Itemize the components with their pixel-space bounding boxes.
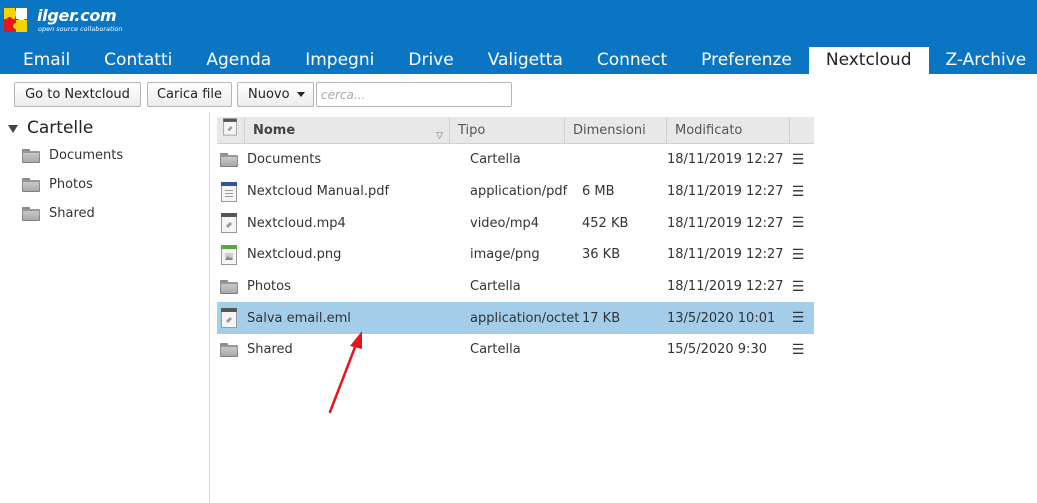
file-name: Documents (247, 152, 322, 168)
table-row[interactable]: Documents Cartella 18/11/2019 12:27 ☰ (217, 144, 814, 176)
generic-file-icon (220, 308, 238, 329)
table-row[interactable]: Photos Cartella 18/11/2019 12:27 ☰ (217, 271, 814, 303)
column-header-type[interactable]: Tipo (450, 117, 565, 144)
file-grid: Nome ▽ Tipo Dimensioni Modificato Docume… (217, 117, 814, 366)
folder-sidebar: Cartelle Documents Photos Shared (0, 112, 210, 503)
sidebar-item-documents[interactable]: Documents (22, 148, 123, 163)
folder-icon (220, 342, 238, 357)
main-tabs: Email Contatti Agenda Impegni Drive Vali… (6, 47, 1037, 74)
file-type: Cartella (470, 342, 521, 358)
header-bar: ilger.com open source collaboration Emai… (0, 0, 1037, 74)
column-header-modified[interactable]: Modificato (667, 117, 790, 144)
table-row-selected[interactable]: Salva email.eml application/octet 17 KB … (217, 302, 814, 335)
row-menu-icon[interactable]: ☰ (790, 302, 806, 334)
file-name: Shared (247, 342, 293, 358)
tab-connect[interactable]: Connect (580, 47, 684, 74)
brand-name: ilger.com (37, 6, 117, 25)
file-size: 6 MB (582, 184, 615, 200)
file-type: application/pdf (470, 184, 568, 200)
file-size: 17 KB (582, 310, 621, 326)
file-name: Nextcloud.png (247, 247, 342, 263)
file-modified: 18/11/2019 12:27 (667, 152, 784, 168)
table-row[interactable]: Nextcloud.png image/png 36 KB 18/11/2019… (217, 239, 814, 271)
file-modified: 13/5/2020 10:01 (667, 310, 776, 326)
sidebar-item-label: Shared (49, 206, 95, 221)
folder-icon (220, 152, 238, 167)
go-to-nextcloud-button[interactable]: Go to Nextcloud (14, 82, 141, 107)
column-header-name[interactable]: Nome ▽ (245, 117, 450, 144)
file-name: Photos (247, 279, 291, 295)
tab-preferenze[interactable]: Preferenze (684, 47, 809, 74)
file-size (582, 144, 662, 176)
tab-z-archive[interactable]: Z-Archive (929, 47, 1037, 74)
file-modified: 15/5/2020 9:30 (667, 342, 767, 358)
file-modified: 18/11/2019 12:27 (667, 215, 784, 231)
sidebar-item-photos[interactable]: Photos (22, 177, 93, 192)
file-size: 452 KB (582, 215, 629, 231)
row-menu-icon[interactable]: ☰ (790, 144, 806, 176)
brand-tagline: open source collaboration (38, 25, 123, 33)
file-modified: 18/11/2019 12:27 (667, 247, 784, 263)
file-modified: 18/11/2019 12:27 (667, 279, 784, 295)
column-header-size[interactable]: Dimensioni (565, 117, 667, 144)
file-type: video/mp4 (470, 215, 540, 231)
file-type: Cartella (470, 152, 521, 168)
new-dropdown-button[interactable]: Nuovo (237, 82, 314, 107)
row-menu-icon[interactable]: ☰ (790, 271, 806, 303)
row-menu-icon[interactable]: ☰ (790, 239, 806, 271)
column-name-label: Nome (253, 123, 296, 138)
row-menu-icon[interactable]: ☰ (790, 334, 806, 366)
tab-nextcloud[interactable]: Nextcloud (808, 47, 929, 74)
file-size: 36 KB (582, 247, 621, 263)
file-size (582, 334, 662, 366)
folder-icon (220, 279, 238, 294)
table-row[interactable]: Shared Cartella 15/5/2020 9:30 ☰ (217, 334, 814, 366)
column-header-menu (790, 117, 814, 144)
puzzle-logo-icon (4, 8, 27, 32)
file-name: Salva email.eml (247, 310, 351, 326)
tab-valigetta[interactable]: Valigetta (471, 47, 580, 74)
toolbar: Go to Nextcloud Carica file Nuovo (0, 74, 1037, 112)
file-name: Nextcloud.mp4 (247, 215, 346, 231)
tab-agenda[interactable]: Agenda (189, 47, 288, 74)
sidebar-item-shared[interactable]: Shared (22, 206, 95, 221)
file-type-icon (222, 118, 237, 136)
generic-file-icon (220, 213, 238, 234)
sidebar-item-label: Photos (49, 177, 93, 192)
tab-impegni[interactable]: Impegni (288, 47, 391, 74)
file-name: Nextcloud Manual.pdf (247, 184, 390, 200)
file-modified: 18/11/2019 12:27 (667, 184, 784, 200)
folder-icon (22, 148, 40, 163)
grid-rows: Documents Cartella 18/11/2019 12:27 ☰ Ne… (217, 144, 814, 366)
expand-triangle-icon[interactable] (8, 125, 18, 133)
table-row[interactable]: Nextcloud Manual.pdf application/pdf 6 M… (217, 176, 814, 208)
image-file-icon (220, 244, 238, 265)
folders-tree-header[interactable]: Cartelle (8, 118, 93, 138)
brand-logo[interactable]: ilger.com open source collaboration (2, 3, 172, 39)
tab-drive[interactable]: Drive (391, 47, 470, 74)
new-button-label: Nuovo (248, 87, 290, 102)
row-menu-icon[interactable]: ☰ (790, 176, 806, 208)
file-type: image/png (470, 247, 540, 263)
file-size (582, 271, 662, 303)
file-type: Cartella (470, 279, 521, 295)
sidebar-item-label: Documents (49, 148, 124, 163)
tab-contatti[interactable]: Contatti (87, 47, 189, 74)
chevron-down-icon (297, 92, 305, 97)
grid-header: Nome ▽ Tipo Dimensioni Modificato (217, 117, 814, 144)
row-menu-icon[interactable]: ☰ (790, 207, 806, 239)
folders-title: Cartelle (27, 118, 94, 138)
upload-file-button[interactable]: Carica file (147, 82, 232, 107)
folder-icon (22, 206, 40, 221)
tab-email[interactable]: Email (6, 47, 87, 74)
pdf-file-icon (220, 181, 238, 202)
file-type: application/octet (470, 310, 580, 326)
search-input[interactable] (316, 82, 512, 107)
icon-column-header[interactable] (217, 117, 245, 144)
folder-icon (22, 177, 40, 192)
table-row[interactable]: Nextcloud.mp4 video/mp4 452 KB 18/11/201… (217, 207, 814, 239)
